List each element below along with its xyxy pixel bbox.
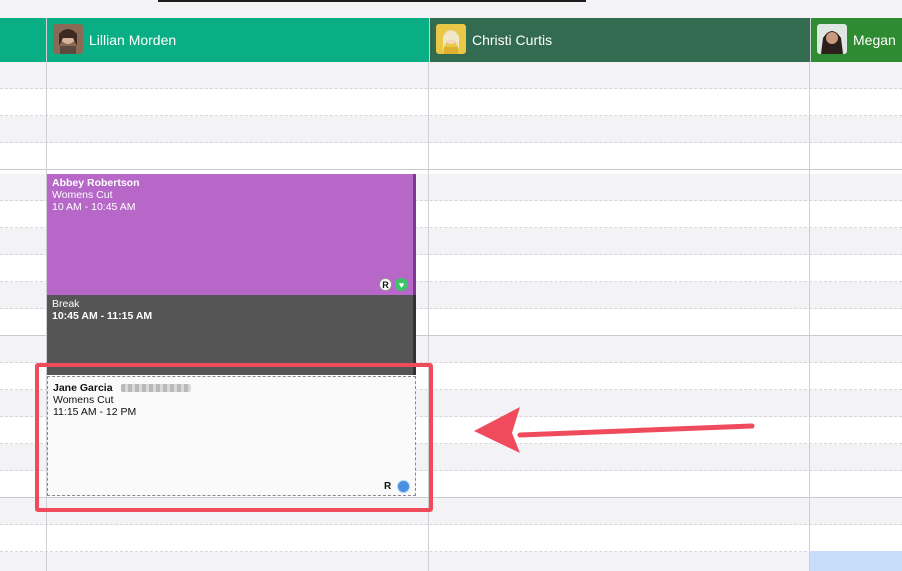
staff-header-megan[interactable]: Megan (810, 18, 902, 62)
avatar (817, 24, 847, 54)
heart-icon: ♥ (395, 278, 408, 291)
time-slot[interactable] (0, 89, 902, 116)
selected-slot[interactable] (810, 551, 902, 571)
repeat-badge: R (379, 278, 392, 291)
date-bar-edge (158, 0, 586, 2)
appointment-service: Womens Cut (52, 189, 113, 201)
time-slot[interactable] (0, 62, 902, 89)
top-bar (0, 0, 902, 18)
avatar (53, 24, 83, 54)
appointment-time: 10:45 AM - 11:15 AM (52, 310, 153, 322)
staff-name: Lillian Morden (89, 32, 177, 48)
staff-name: Megan (853, 32, 896, 48)
staff-name: Christi Curtis (472, 32, 553, 48)
staff-header-christi[interactable]: Christi Curtis (429, 18, 810, 62)
time-slot[interactable] (0, 525, 902, 552)
avatar (436, 24, 466, 54)
column-divider (809, 62, 810, 571)
highlight-box (35, 363, 433, 512)
red-arrow-icon (474, 407, 755, 453)
time-slot[interactable] (0, 116, 902, 143)
appointment-client: Break (52, 298, 80, 310)
time-slot[interactable] (0, 143, 902, 170)
appointment-time: 10 AM - 10:45 AM (52, 201, 136, 213)
appointment-abbey-robertson[interactable]: Abbey Robertson Womens Cut 10 AM - 10:45… (47, 174, 416, 295)
previous-column-header (0, 18, 46, 62)
staff-header-lillian[interactable]: Lillian Morden (46, 18, 429, 62)
appointment-client: Abbey Robertson (52, 177, 140, 189)
time-slot[interactable] (0, 552, 902, 571)
